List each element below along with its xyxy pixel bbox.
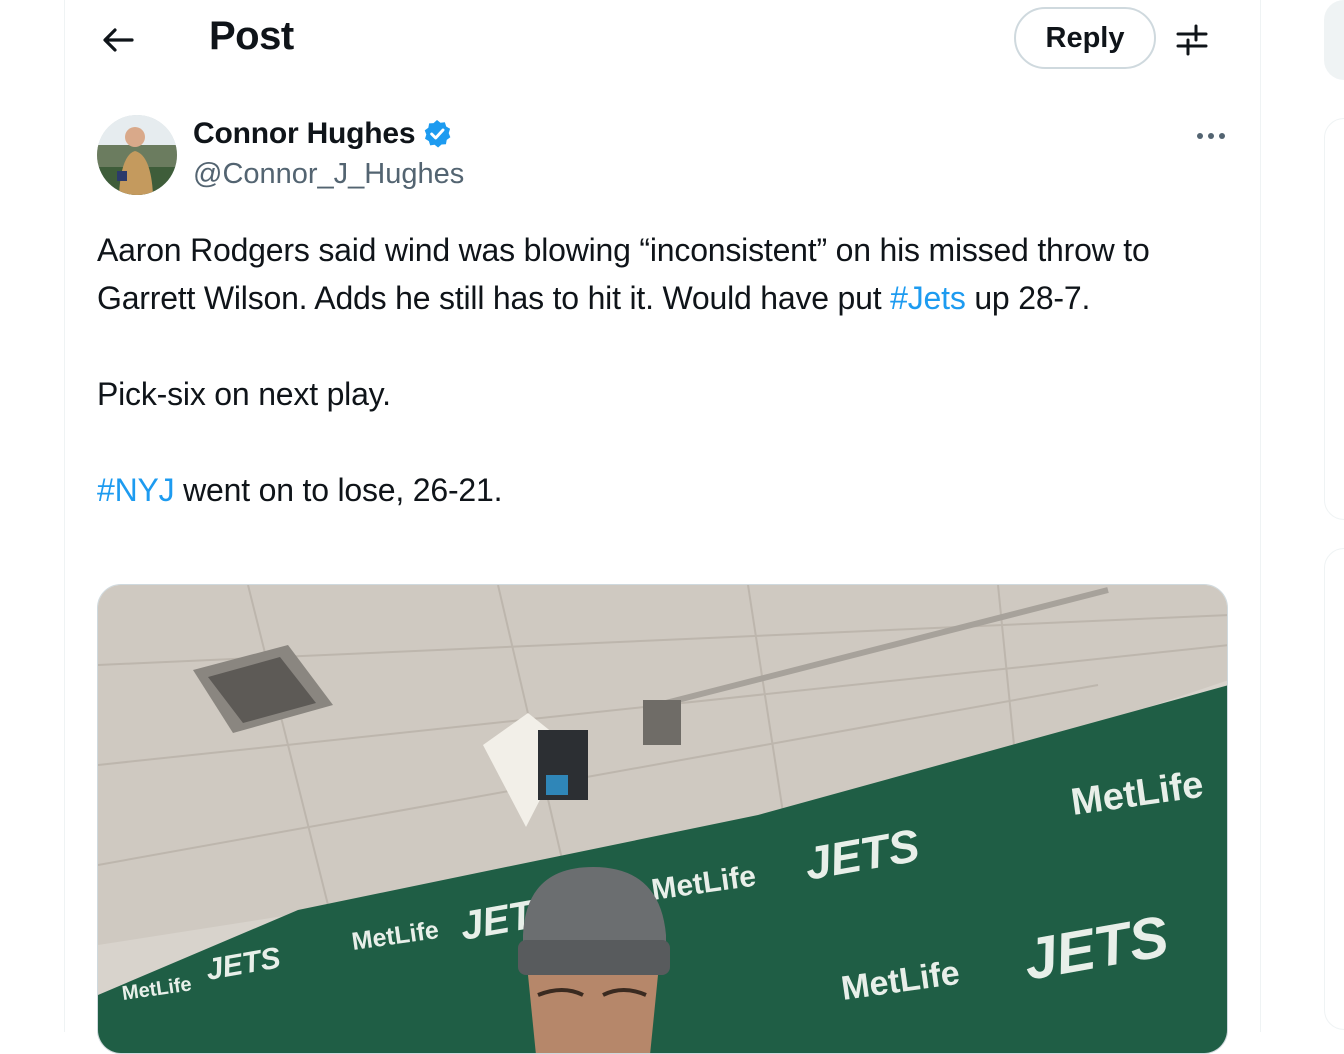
hashtag-nyj[interactable]: #NYJ	[97, 472, 175, 508]
author-name[interactable]: Connor Hughes	[193, 117, 416, 151]
tweet-paragraph-2: Pick-six on next play.	[97, 376, 391, 412]
tweet-paragraph-1: Aaron Rodgers said wind was blowing “inc…	[97, 232, 1150, 316]
avatar-photo	[97, 115, 177, 195]
right-sidebar-card-edge	[1324, 118, 1344, 520]
arrow-left-icon	[103, 28, 134, 52]
tweet-media-photo[interactable]: MetLife MetLife MetLife MetLife MetLife …	[97, 584, 1228, 1054]
press-conference-photo: MetLife MetLife MetLife MetLife MetLife …	[98, 585, 1227, 1053]
verified-badge-icon	[425, 120, 451, 148]
right-sidebar-search-edge	[1324, 0, 1344, 80]
page-title: Post	[209, 14, 294, 58]
back-button[interactable]	[96, 18, 140, 62]
hashtag-jets[interactable]: #Jets	[890, 280, 966, 316]
filter-button[interactable]	[1170, 18, 1214, 62]
reply-button[interactable]: Reply	[1014, 7, 1156, 69]
tweet-paragraph-3: #NYJ went on to lose, 26-21.	[97, 472, 503, 508]
tweet-text: Aaron Rodgers said wind was blowing “inc…	[97, 226, 1237, 514]
sliders-icon	[1176, 24, 1208, 56]
avatar[interactable]	[97, 115, 177, 195]
more-horizontal-icon	[1197, 133, 1225, 139]
author-handle[interactable]: @Connor_J_Hughes	[193, 158, 464, 191]
more-button[interactable]	[1190, 118, 1232, 154]
right-sidebar-card-edge-2	[1324, 548, 1344, 1030]
